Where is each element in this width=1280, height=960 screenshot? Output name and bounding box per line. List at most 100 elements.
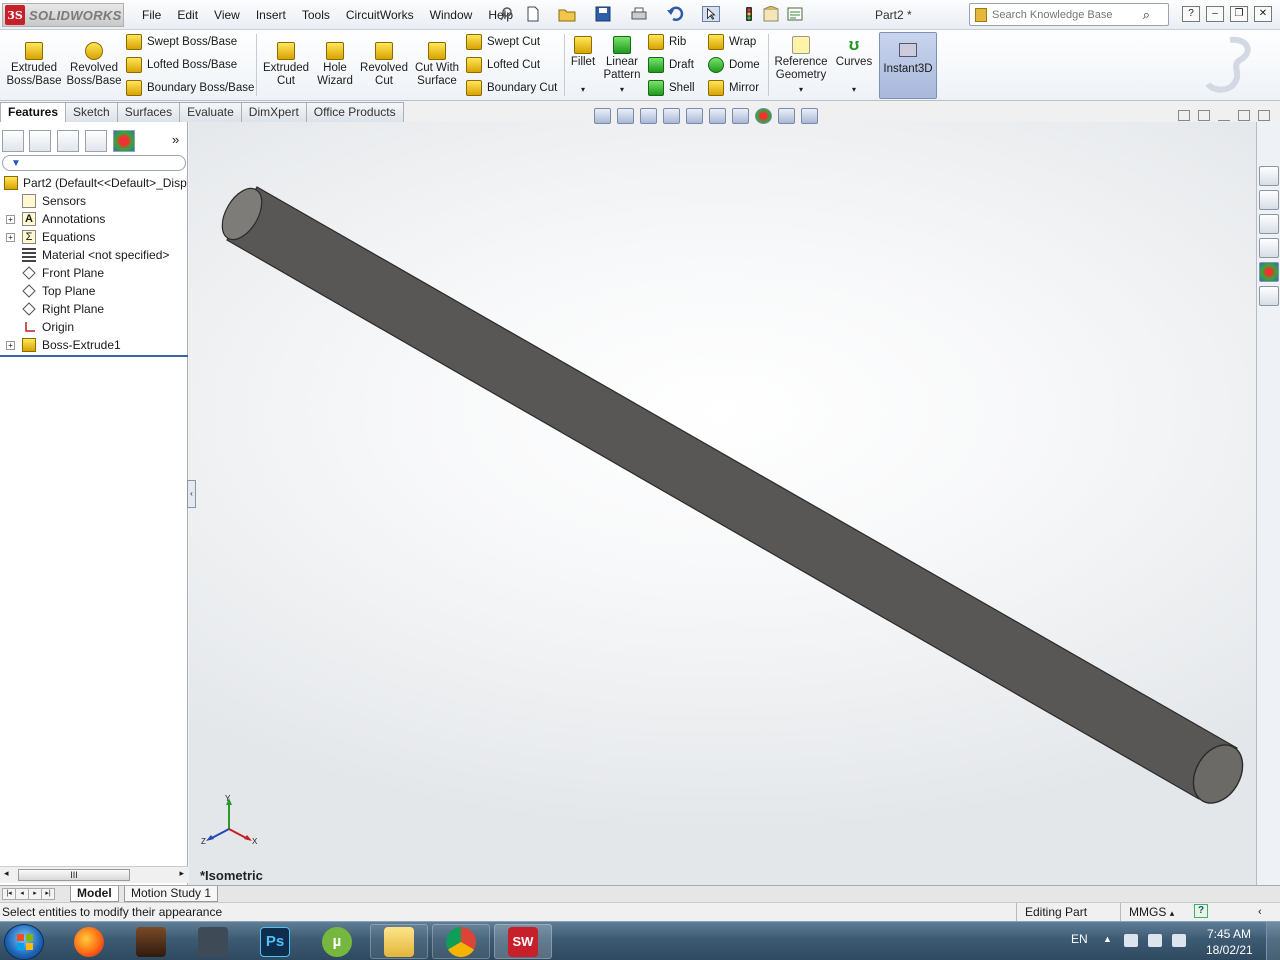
options-icon[interactable] (786, 6, 804, 22)
action-center-flag-icon[interactable] (1124, 934, 1138, 947)
clock[interactable]: 7:45 AM 18/02/21 (1206, 926, 1253, 958)
taskbar-firefox[interactable] (60, 924, 118, 959)
viewport-close-icon[interactable] (1258, 110, 1270, 121)
undo-icon[interactable] (666, 6, 684, 22)
next-tab-icon[interactable]: ▸ (28, 888, 42, 900)
view-settings-icon[interactable] (801, 108, 818, 124)
viewport-minimize-icon[interactable] (1218, 110, 1230, 121)
tree-item-equations[interactable]: + Σ Equations (0, 228, 188, 246)
lofted-boss-button[interactable]: Lofted Boss/Base (126, 57, 237, 73)
graphics-area[interactable] (189, 122, 1256, 885)
search-input[interactable] (992, 7, 1142, 22)
solidworks-resources-icon[interactable] (1259, 166, 1279, 186)
minimize-icon[interactable]: – (1206, 6, 1224, 22)
configuration-manager-tab-icon[interactable] (57, 130, 79, 152)
boundary-cut-button[interactable]: Boundary Cut (466, 80, 557, 96)
show-hidden-icons-icon[interactable]: ▲ (1103, 934, 1112, 944)
help-dropdown-icon[interactable]: ? (1182, 6, 1200, 22)
hole-wizard-button[interactable]: Hole Wizard (312, 42, 358, 88)
save-icon[interactable] (594, 6, 612, 22)
extruded-boss-button[interactable]: Extruded Boss/Base (6, 42, 62, 88)
viewport-single-icon[interactable] (1198, 110, 1210, 121)
rollback-bar[interactable] (0, 355, 188, 357)
display-manager-tab-icon[interactable] (113, 130, 135, 152)
instant3d-button[interactable]: Instant3D (879, 32, 937, 99)
tree-item-sensors[interactable]: Sensors (0, 192, 188, 210)
reference-geometry-dropdown-icon[interactable]: ▾ (772, 83, 830, 96)
curves-dropdown-icon[interactable]: ▾ (834, 83, 874, 96)
solidworks-logo[interactable]: 3S SOLIDWORKS (2, 3, 124, 27)
hide-show-items-icon[interactable] (732, 108, 749, 124)
first-tab-icon[interactable]: |◂ (2, 888, 16, 900)
taskbar-chrome[interactable] (432, 924, 490, 959)
expand-icon[interactable]: + (6, 215, 15, 224)
tree-item-origin[interactable]: Origin (0, 318, 188, 336)
restore-icon[interactable]: ❐ (1230, 6, 1248, 22)
zoom-to-fit-icon[interactable] (594, 108, 611, 124)
open-folder-icon[interactable] (558, 6, 576, 22)
menu-edit[interactable]: Edit (177, 8, 198, 22)
menu-insert[interactable]: Insert (256, 8, 286, 22)
tab-evaluate[interactable]: Evaluate (179, 102, 242, 122)
start-button[interactable] (4, 924, 44, 960)
tree-root-part[interactable]: Part2 (Default<<Default>_Disp (0, 174, 188, 192)
scrollbar-thumb[interactable]: III (18, 869, 130, 881)
linear-pattern-button[interactable]: Linear Pattern ▾ (600, 36, 644, 96)
show-desktop-button[interactable] (1266, 922, 1280, 960)
search-icon[interactable]: ⌕ (1143, 7, 1150, 23)
tree-item-front-plane[interactable]: Front Plane (0, 264, 188, 282)
section-view-icon[interactable] (663, 108, 680, 124)
tab-motion-study-1[interactable]: Motion Study 1 (124, 886, 219, 902)
reference-geometry-button[interactable]: Reference Geometry ▾ (772, 36, 830, 96)
dimxpert-manager-tab-icon[interactable] (85, 130, 107, 152)
last-tab-icon[interactable]: ▸| (41, 888, 55, 900)
unit-system-selector[interactable]: MMGS ▴ (1120, 903, 1174, 922)
tab-dimxpert[interactable]: DimXpert (240, 102, 307, 122)
menu-view[interactable]: View (214, 8, 240, 22)
taskbar-game[interactable] (122, 924, 180, 959)
scroll-right-icon[interactable]: ▸ (179, 868, 184, 879)
view-orientation-icon[interactable] (686, 108, 703, 124)
collapse-panel-handle[interactable]: ‹ (187, 480, 196, 508)
extruded-cut-button[interactable]: Extruded Cut (260, 42, 312, 88)
mirror-button[interactable]: Mirror (708, 80, 759, 96)
viewport-split-icon[interactable] (1178, 110, 1190, 121)
curves-button[interactable]: ʊ Curves ▾ (834, 36, 874, 96)
select-pointer-icon[interactable] (702, 6, 720, 22)
taskbar-photoshop[interactable]: Ps (246, 924, 304, 959)
rib-button[interactable]: Rib (648, 34, 686, 50)
boundary-boss-button[interactable]: Boundary Boss/Base (126, 80, 254, 96)
tree-item-annotations[interactable]: + A Annotations (0, 210, 188, 228)
quick-tips-help-icon[interactable]: ? (1194, 904, 1208, 918)
tab-surfaces[interactable]: Surfaces (116, 102, 181, 122)
previous-view-icon[interactable] (640, 108, 657, 124)
fillet-button[interactable]: Fillet ▾ (568, 36, 598, 96)
menu-window[interactable]: Window (430, 8, 473, 22)
prev-tab-icon[interactable]: ◂ (15, 888, 29, 900)
tab-sketch[interactable]: Sketch (65, 102, 118, 122)
display-style-icon[interactable] (709, 108, 726, 124)
status-scroll-left-icon[interactable]: ‹ (1258, 903, 1262, 921)
zoom-to-area-icon[interactable] (617, 108, 634, 124)
revolved-boss-button[interactable]: Revolved Boss/Base (66, 42, 122, 88)
tab-model[interactable]: Model (70, 886, 119, 902)
pin-icon[interactable] (498, 6, 516, 22)
rebuild-traffic-light-icon[interactable] (740, 6, 758, 22)
lofted-cut-button[interactable]: Lofted Cut (466, 57, 540, 73)
view-palette-icon[interactable] (1259, 238, 1279, 258)
language-indicator[interactable]: EN (1071, 932, 1088, 946)
new-document-icon[interactable] (524, 6, 542, 22)
tree-item-boss-extrude1[interactable]: + Boss-Extrude1 (0, 336, 188, 354)
expand-icon[interactable]: + (6, 341, 15, 350)
appearances-icon[interactable] (1259, 262, 1279, 282)
file-explorer-icon[interactable] (1259, 214, 1279, 234)
menu-circuitworks[interactable]: CircuitWorks (346, 8, 414, 22)
shell-button[interactable]: Shell (648, 80, 695, 96)
apply-scene-icon[interactable] (778, 108, 795, 124)
scroll-left-icon[interactable]: ◂ (4, 868, 9, 879)
edit-appearance-icon[interactable] (755, 108, 772, 124)
tree-item-right-plane[interactable]: Right Plane (0, 300, 188, 318)
tree-item-material[interactable]: Material <not specified> (0, 246, 188, 264)
tab-features[interactable]: Features (0, 102, 67, 123)
menu-tools[interactable]: Tools (302, 8, 330, 22)
